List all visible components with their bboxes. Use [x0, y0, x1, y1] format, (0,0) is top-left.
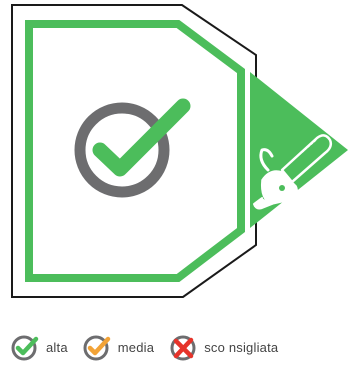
check-circle-orange-icon: [83, 335, 111, 361]
legend-item-alta: alta: [10, 331, 68, 363]
legend-label: alta: [46, 339, 68, 355]
cross-circle-red-icon: [170, 335, 196, 361]
rating-legend: alta media sco nsigliata: [10, 330, 292, 364]
legend-label: media: [117, 339, 155, 355]
legend-item-sconsigliata: sco nsigliata: [168, 331, 278, 363]
legend-label: sco nsigliata: [204, 339, 279, 355]
rating-badge: [11, 4, 348, 298]
legend-item-media: media: [82, 331, 154, 363]
check-circle-green-icon: [11, 335, 39, 361]
